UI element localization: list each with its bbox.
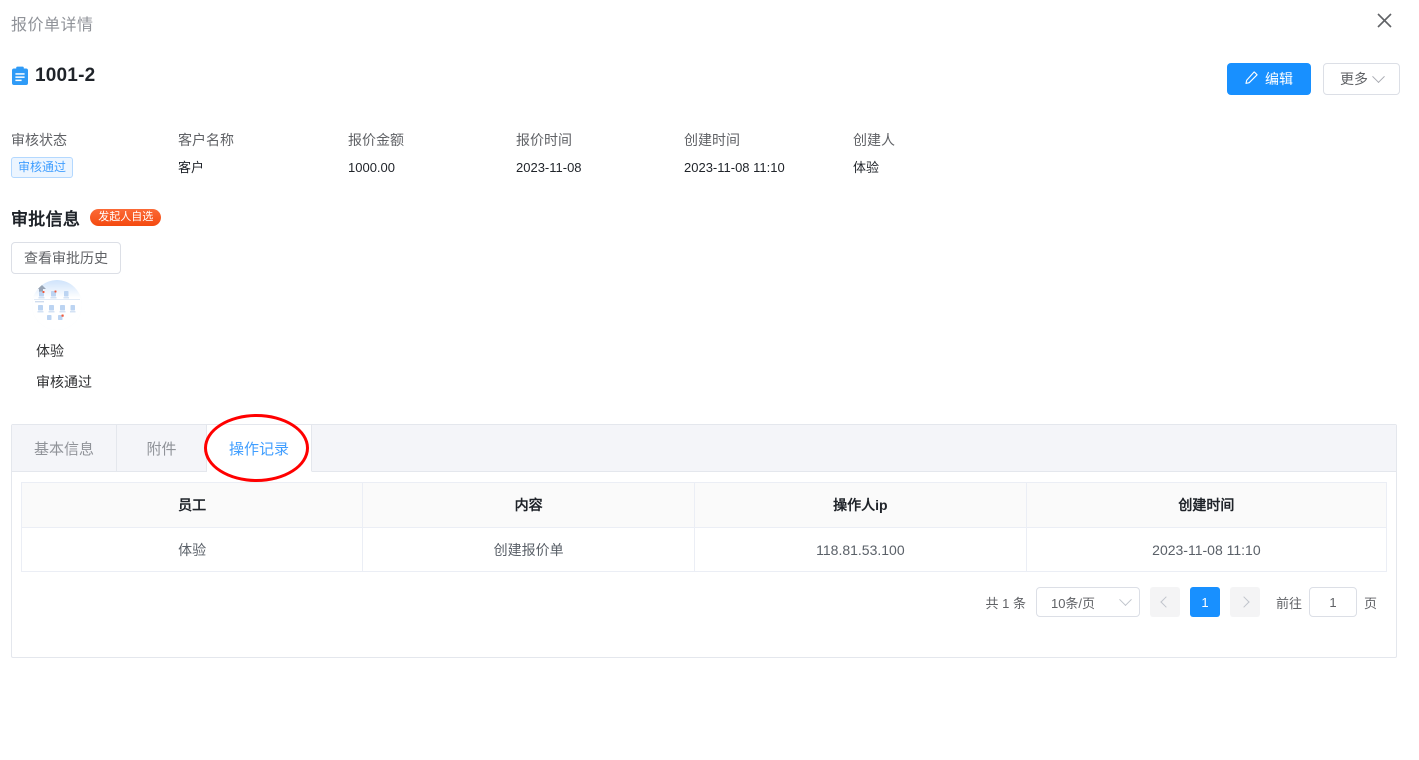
view-approval-history-button[interactable]: 查看审批历史 bbox=[11, 242, 121, 274]
field-quote-date: 报价时间 2023-11-08 bbox=[516, 130, 582, 178]
tab-attachments[interactable]: 附件 bbox=[117, 425, 207, 471]
tab-operation-records[interactable]: 操作记录 bbox=[207, 425, 312, 472]
field-customer-name: 客户名称 客户 bbox=[178, 130, 234, 178]
avatar bbox=[32, 280, 82, 330]
pagination-total: 共 1 条 bbox=[986, 593, 1026, 612]
field-value: 1000.00 bbox=[348, 158, 404, 178]
field-creator: 创建人 体验 bbox=[853, 130, 895, 178]
header-actions: 编辑 更多 bbox=[1227, 63, 1400, 95]
column-header-operator-ip: 操作人ip bbox=[695, 483, 1027, 528]
field-label: 客户名称 bbox=[178, 130, 234, 150]
cell-create-time: 2023-11-08 11:10 bbox=[1026, 528, 1386, 572]
clipboard-icon bbox=[11, 66, 29, 86]
pencil-icon bbox=[1245, 71, 1258, 87]
records-card: 基本信息 附件 操作记录 员工 内容 操作人ip 创建时间 体验 创建报价单 bbox=[11, 424, 1397, 658]
field-label: 审核状态 bbox=[11, 130, 73, 150]
column-header-content: 内容 bbox=[363, 483, 695, 528]
field-label: 报价金额 bbox=[348, 130, 404, 150]
document-header-row: 1001-2 编辑 更多 bbox=[0, 62, 1419, 104]
approval-title: 审批信息 bbox=[11, 205, 80, 230]
quotation-detail-dialog: 报价单详情 1001-2 bbox=[0, 0, 1419, 760]
status-badge: 审核通过 bbox=[11, 157, 73, 178]
page-jump-input[interactable] bbox=[1309, 587, 1357, 617]
edit-button-label: 编辑 bbox=[1265, 69, 1293, 89]
column-header-employee: 员工 bbox=[22, 483, 363, 528]
column-header-create-time: 创建时间 bbox=[1026, 483, 1386, 528]
field-quote-amount: 报价金额 1000.00 bbox=[348, 130, 404, 178]
edit-button[interactable]: 编辑 bbox=[1227, 63, 1311, 95]
page-size-select[interactable]: 10条/页 bbox=[1036, 587, 1140, 617]
user-avatar-image bbox=[32, 280, 82, 330]
chevron-down-icon bbox=[1372, 70, 1385, 83]
cell-employee: 体验 bbox=[22, 528, 363, 572]
chevron-right-icon bbox=[1238, 596, 1249, 607]
tab-basic-info[interactable]: 基本信息 bbox=[12, 425, 117, 471]
table-row: 体验 创建报价单 118.81.53.100 2023-11-08 11:10 bbox=[22, 528, 1387, 572]
document-number: 1001-2 bbox=[35, 65, 95, 87]
field-label: 创建时间 bbox=[684, 130, 785, 150]
cell-operator-ip: 118.81.53.100 bbox=[695, 528, 1027, 572]
page-jump: 前往 页 bbox=[1276, 587, 1377, 617]
table-header-row: 员工 内容 操作人ip 创建时间 bbox=[22, 483, 1387, 528]
approver-card: 体验 审核通过 bbox=[11, 280, 171, 392]
document-identifier: 1001-2 bbox=[11, 65, 95, 87]
field-value: 体验 bbox=[853, 158, 895, 178]
field-value: 2023-11-08 bbox=[516, 158, 582, 178]
field-value: 2023-11-08 11:10 bbox=[684, 158, 785, 178]
page-size-label: 10条/页 bbox=[1051, 593, 1095, 612]
dialog-header: 报价单详情 bbox=[0, 0, 1419, 46]
page-jump-prefix: 前往 bbox=[1276, 593, 1302, 612]
operation-records-table-wrap: 员工 内容 操作人ip 创建时间 体验 创建报价单 118.81.53.100 … bbox=[12, 472, 1396, 572]
approval-mode-badge: 发起人自选 bbox=[90, 209, 161, 226]
field-label: 创建人 bbox=[853, 130, 895, 150]
prev-page-button[interactable] bbox=[1150, 587, 1180, 617]
summary-fields: 审核状态 审核通过 客户名称 客户 报价金额 1000.00 报价时间 2023… bbox=[0, 130, 1419, 190]
chevron-left-icon bbox=[1160, 596, 1171, 607]
approver-status: 审核通过 bbox=[36, 372, 171, 392]
field-value: 客户 bbox=[178, 158, 234, 178]
chevron-down-icon bbox=[1119, 593, 1132, 606]
operation-records-table: 员工 内容 操作人ip 创建时间 体验 创建报价单 118.81.53.100 … bbox=[21, 482, 1387, 572]
pagination: 共 1 条 10条/页 1 前往 页 bbox=[12, 572, 1396, 617]
field-label: 报价时间 bbox=[516, 130, 582, 150]
field-audit-status: 审核状态 审核通过 bbox=[11, 130, 73, 178]
field-create-time: 创建时间 2023-11-08 11:10 bbox=[684, 130, 785, 178]
tab-bar: 基本信息 附件 操作记录 bbox=[12, 425, 1396, 472]
more-button[interactable]: 更多 bbox=[1323, 63, 1400, 95]
cell-content: 创建报价单 bbox=[363, 528, 695, 572]
more-button-label: 更多 bbox=[1340, 69, 1368, 89]
page-jump-suffix: 页 bbox=[1364, 593, 1377, 612]
next-page-button[interactable] bbox=[1230, 587, 1260, 617]
close-icon[interactable] bbox=[1371, 7, 1397, 33]
approver-name: 体验 bbox=[36, 341, 171, 361]
approval-heading: 审批信息 发起人自选 bbox=[11, 205, 161, 230]
page-number-1[interactable]: 1 bbox=[1190, 587, 1220, 617]
page-title: 报价单详情 bbox=[11, 11, 94, 35]
